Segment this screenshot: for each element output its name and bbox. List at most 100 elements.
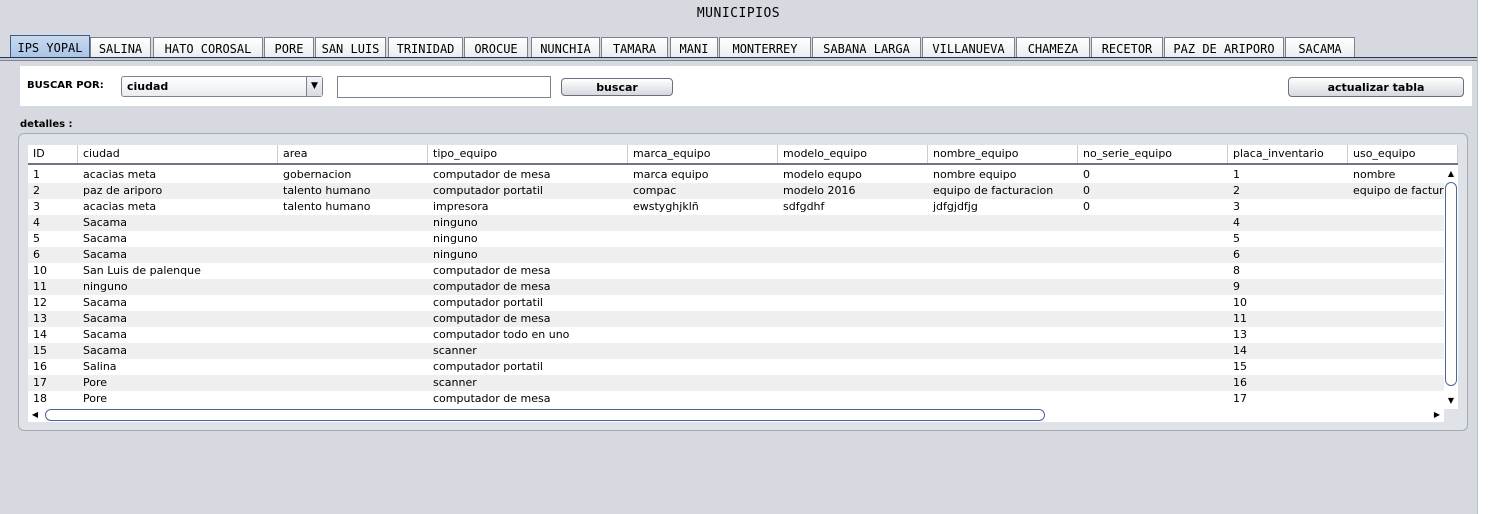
cell-nombre-equipo [928,311,1078,327]
table-row[interactable]: 18 Pore computador de mesa 17 [28,391,1444,407]
cell-placa-inventario: 17 [1233,392,1247,405]
title-bar: MUNICIPIOS [0,0,1477,27]
cell-area [278,215,428,231]
cell-placa-inventario: 1 [1233,168,1240,181]
column-header-id[interactable]: ID [28,145,78,163]
column-header-modelo-equipo[interactable]: modelo_equipo [778,145,928,163]
column-header-area[interactable]: area [278,145,428,163]
table-row[interactable]: 16 Salina computador portatil 15 [28,359,1444,375]
cell-id: 12 [33,296,47,309]
table-row[interactable]: 6 Sacama ninguno 6 [28,247,1444,263]
search-input[interactable] [337,76,551,98]
cell-marca-equipo [628,391,778,407]
arrow-down-icon[interactable]: ▼ [1444,394,1458,408]
table-row[interactable]: 11 ninguno computador de mesa 9 [28,279,1444,295]
column-header-ciudad[interactable]: ciudad [78,145,278,163]
table-row[interactable]: 5 Sacama ninguno 5 [28,231,1444,247]
cell-nombre-equipo [928,263,1078,279]
cell-no-serie-equipo [1078,359,1228,375]
cell-area [278,327,428,343]
table-row[interactable]: 17 Pore scanner 16 [28,375,1444,391]
cell-id: 6 [33,248,40,261]
cell-uso-equipo [1348,215,1444,231]
cell-uso-equipo [1348,359,1444,375]
cell-ciudad: Sacama [83,232,127,245]
cell-tipo-equipo: computador todo en uno [433,328,570,341]
cell-ciudad: acacias meta [83,200,157,213]
cell-placa-inventario: 6 [1233,248,1240,261]
cell-marca-equipo: ewstyghjklñ [633,200,699,213]
cell-uso-equipo [1348,375,1444,391]
table-row[interactable]: 14 Sacama computador todo en uno 13 [28,327,1444,343]
cell-area [278,343,428,359]
table-row[interactable]: 13 Sacama computador de mesa 11 [28,311,1444,327]
search-button[interactable]: buscar [561,78,673,96]
cell-nombre-equipo [928,327,1078,343]
cell-tipo-equipo: ninguno [433,248,478,261]
cell-modelo-equipo: modelo 2016 [783,184,856,197]
cell-uso-equipo [1348,231,1444,247]
vertical-scrollbar[interactable]: ▲ ▼ [1444,167,1458,408]
horizontal-scroll-thumb[interactable] [45,409,1045,421]
cell-nombre-equipo [928,279,1078,295]
cell-id: 13 [33,312,47,325]
cell-area [278,359,428,375]
table-row[interactable]: 3 acacias meta talento humano impresora ewst… [28,199,1444,215]
table-row[interactable]: 2 paz de ariporo talento humano computador … [28,183,1444,199]
cell-uso-equipo [1348,263,1444,279]
cell-modelo-equipo [778,343,928,359]
arrow-up-icon[interactable]: ▲ [1444,167,1458,181]
column-header-nombre-equipo[interactable]: nombre_equipo [928,145,1078,163]
cell-placa-inventario: 11 [1233,312,1247,325]
table-row[interactable]: 12 Sacama computador portatil 10 [28,295,1444,311]
cell-uso-equipo: nombre [1353,168,1396,181]
cell-placa-inventario: 3 [1233,200,1240,213]
refresh-table-button[interactable]: actualizar tabla [1288,77,1464,97]
cell-id: 10 [33,264,47,277]
cell-area: talento humano [283,200,371,213]
cell-no-serie-equipo [1078,391,1228,407]
cell-ciudad: Sacama [83,216,127,229]
cell-placa-inventario: 13 [1233,328,1247,341]
horizontal-scrollbar[interactable]: ◀ ▶ [28,408,1444,422]
cell-marca-equipo [628,359,778,375]
cell-marca-equipo [628,311,778,327]
cell-modelo-equipo: sdfgdhf [783,200,825,213]
cell-tipo-equipo: scanner [433,344,477,357]
arrow-left-icon[interactable]: ◀ [28,408,42,422]
cell-uso-equipo [1348,391,1444,407]
cell-nombre-equipo [928,343,1078,359]
cell-ciudad: Pore [83,392,108,405]
column-header-no-serie-equipo[interactable]: no_serie_equipo [1078,145,1228,163]
table-row[interactable]: 1 acacias meta gobernacion computador de me… [28,167,1444,183]
search-by-label: BUSCAR POR: [27,80,104,91]
cell-no-serie-equipo [1078,311,1228,327]
cell-id: 17 [33,376,47,389]
cell-placa-inventario: 15 [1233,360,1247,373]
column-header-tipo-equipo[interactable]: tipo_equipo [428,145,628,163]
cell-ciudad: Sacama [83,344,127,357]
details-label: detalles : [20,119,73,130]
cell-uso-equipo: equipo de factura [1353,184,1444,197]
vertical-scroll-thumb[interactable] [1445,182,1457,386]
table-row[interactable]: 10 San Luis de palenque computador de mesa… [28,263,1444,279]
table-row[interactable]: 15 Sacama scanner 14 [28,343,1444,359]
cell-ciudad: Sacama [83,328,127,341]
cell-nombre-equipo [928,359,1078,375]
cell-area [278,295,428,311]
arrow-right-icon[interactable]: ▶ [1430,408,1444,422]
cell-area [278,247,428,263]
column-header-marca-equipo[interactable]: marca_equipo [628,145,778,163]
cell-modelo-equipo [778,279,928,295]
chevron-down-icon[interactable]: ▼ [306,77,322,96]
cell-marca-equipo: marca equipo [633,168,709,181]
search-field-value: ciudad [127,80,169,93]
cell-id: 16 [33,360,47,373]
column-header-uso-equipo[interactable]: uso_equipo [1348,145,1458,163]
table-row[interactable]: 4 Sacama ninguno 4 [28,215,1444,231]
cell-uso-equipo [1348,295,1444,311]
column-header-placa-inventario[interactable]: placa_inventario [1228,145,1348,163]
search-field-select[interactable]: ciudad ▼ [121,76,323,97]
cell-ciudad: acacias meta [83,168,157,181]
cell-ciudad: Sacama [83,312,127,325]
